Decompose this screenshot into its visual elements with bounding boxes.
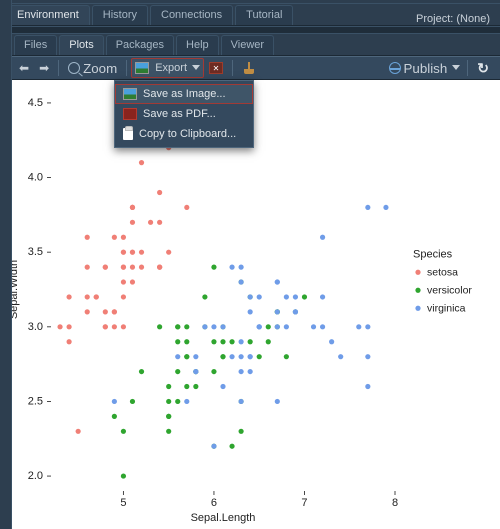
refresh-icon: ↻ (477, 60, 489, 77)
svg-text:2.0: 2.0 (28, 470, 43, 482)
broom-icon (242, 62, 256, 74)
svg-text:5: 5 (120, 497, 126, 509)
svg-text:4.5: 4.5 (28, 97, 43, 109)
separator (126, 60, 127, 76)
svg-text:8: 8 (392, 497, 398, 509)
export-dropdown[interactable]: Export (131, 58, 204, 78)
chevron-down-icon (192, 65, 200, 71)
svg-text:setosa: setosa (427, 266, 458, 278)
zoom-icon (68, 62, 80, 74)
svg-text:3.5: 3.5 (28, 246, 43, 258)
remove-plot-button[interactable]: ✕ (204, 58, 228, 78)
svg-text:4.0: 4.0 (28, 172, 43, 184)
svg-text:virginica: virginica (427, 302, 466, 314)
menu-label: Save as Image... (143, 88, 226, 100)
plots-toolbar: ⬅ ➡ Zoom Export ✕ Publish ↻ Save as Imag… (0, 56, 500, 80)
menu-label: Copy to Clipboard... (139, 128, 236, 140)
svg-text:Species: Species (413, 248, 453, 260)
menu-copy-clipboard[interactable]: Copy to Clipboard... (115, 124, 253, 144)
tab-environment[interactable]: Environment (6, 5, 90, 25)
tab-tutorial[interactable]: Tutorial (235, 5, 293, 25)
separator (467, 60, 468, 76)
pane-gutter (0, 0, 12, 529)
export-icon (135, 62, 149, 74)
svg-text:3.0: 3.0 (28, 321, 43, 333)
svg-text:versicolor: versicolor (427, 284, 472, 296)
zoom-label: Zoom (83, 61, 117, 76)
export-label: Export (155, 62, 187, 74)
refresh-button[interactable]: ↻ (472, 58, 494, 78)
publish-icon (389, 62, 401, 74)
pdf-file-icon (123, 108, 137, 120)
tab-connections[interactable]: Connections (150, 5, 233, 25)
tab-packages[interactable]: Packages (106, 35, 174, 55)
arrow-left-icon: ⬅ (19, 62, 29, 74)
secondary-tabs: Files Plots Packages Help Viewer (0, 34, 500, 56)
chevron-down-icon (452, 65, 460, 71)
svg-text:6: 6 (211, 497, 217, 509)
top-panel-tabs: Environment History Connections Tutorial… (0, 4, 500, 26)
svg-text:Sepal.Length: Sepal.Length (191, 512, 256, 524)
menu-label: Save as PDF... (143, 108, 216, 120)
menu-save-pdf[interactable]: Save as PDF... (115, 104, 253, 124)
export-menu: Save as Image... Save as PDF... Copy to … (114, 80, 254, 148)
publish-dropdown[interactable]: Publish (384, 58, 464, 78)
clear-all-button[interactable] (237, 58, 261, 78)
remove-plot-icon: ✕ (209, 62, 223, 74)
separator (232, 60, 233, 76)
prev-plot-button[interactable]: ⬅ (14, 58, 34, 78)
zoom-button[interactable]: Zoom (63, 58, 122, 78)
svg-text:2.5: 2.5 (28, 395, 43, 407)
project-label[interactable]: Project: (None) (416, 13, 490, 25)
tab-plots[interactable]: Plots (59, 35, 103, 55)
image-file-icon (123, 88, 137, 100)
publish-label: Publish (404, 61, 448, 76)
menu-save-image[interactable]: Save as Image... (115, 84, 253, 104)
pane-splitter[interactable] (0, 26, 500, 34)
separator (58, 60, 59, 76)
next-plot-button[interactable]: ➡ (34, 58, 54, 78)
clipboard-icon (123, 128, 133, 140)
tab-help[interactable]: Help (176, 35, 219, 55)
tab-files[interactable]: Files (14, 35, 57, 55)
tab-viewer[interactable]: Viewer (221, 35, 274, 55)
arrow-right-icon: ➡ (39, 62, 49, 74)
tab-history[interactable]: History (92, 5, 148, 25)
svg-text:7: 7 (301, 497, 307, 509)
